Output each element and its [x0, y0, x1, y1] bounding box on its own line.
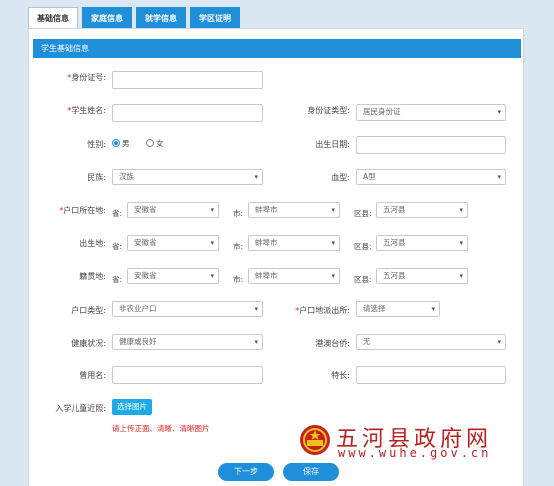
chevron-down-icon: ▾ — [331, 206, 335, 214]
native-district-select[interactable]: 五河县 ▾ — [376, 268, 468, 284]
birthplace-label: 出生地: — [79, 239, 106, 248]
id-type-select[interactable]: 居民身份证 ▾ — [356, 104, 506, 121]
birthplace-province-label: 省: — [112, 242, 123, 251]
hukou-district-label: 区县: — [354, 209, 372, 218]
photo-hint: 请上传正面、清晰、清晰图片 — [112, 424, 210, 433]
native-district-label: 区县: — [354, 275, 372, 284]
tab-school-info[interactable]: 就学信息 — [136, 7, 186, 29]
tab-bar: 基础信息 家庭信息 就学信息 学区证明 — [28, 7, 240, 29]
chevron-down-icon: ▾ — [210, 206, 214, 214]
hukou-type-select[interactable]: 非农业户口 ▾ — [112, 301, 263, 317]
gender-female-radio[interactable] — [146, 139, 154, 147]
chevron-down-icon: ▾ — [459, 239, 463, 247]
gender-label: 性别: — [87, 140, 106, 149]
id-number-input[interactable] — [112, 71, 263, 89]
choose-image-button[interactable]: 选择图片 — [112, 399, 152, 415]
birthplace-city-select[interactable]: 蚌埠市 ▾ — [248, 235, 340, 251]
panel-title: 学生基础信息 — [33, 39, 521, 58]
next-button[interactable]: 下一步 — [218, 463, 274, 481]
save-button[interactable]: 保存 — [283, 463, 339, 481]
former-name-input[interactable] — [112, 366, 263, 384]
birth-date-label: 出生日期: — [315, 140, 350, 149]
chevron-down-icon: ▾ — [459, 272, 463, 280]
tab-family-info[interactable]: 家庭信息 — [82, 7, 132, 29]
chevron-down-icon: ▾ — [254, 173, 258, 181]
chevron-down-icon: ▾ — [497, 173, 501, 181]
hukou-type-label: 户口类型: — [71, 306, 106, 315]
hukou-province-select[interactable]: 安徽省 ▾ — [127, 202, 219, 218]
watermark-url: www.wuhe.gov.cn — [338, 446, 492, 460]
chevron-down-icon: ▾ — [254, 338, 258, 346]
overseas-label: 港澳台侨: — [315, 339, 350, 348]
specialty-label: 特长: — [331, 371, 350, 380]
gender-male-label: 男 — [122, 139, 130, 148]
ethnicity-select[interactable]: 汉族 ▾ — [112, 169, 263, 185]
specialty-input[interactable] — [356, 366, 506, 384]
chevron-down-icon: ▾ — [210, 239, 214, 247]
gender-male-radio[interactable] — [112, 139, 120, 147]
hukou-city-select[interactable]: 蚌埠市 ▾ — [248, 202, 340, 218]
tab-district-proof[interactable]: 学区证明 — [190, 7, 240, 29]
blood-type-select[interactable]: A型 ▾ — [356, 169, 506, 185]
tab-basic-info[interactable]: 基础信息 — [28, 7, 78, 29]
former-name-label: 曾用名: — [79, 371, 106, 380]
police-station-select[interactable]: 请选择 ▾ — [356, 301, 440, 317]
student-name-label: *学生姓名: — [67, 106, 106, 115]
native-city-select[interactable]: 蚌埠市 ▾ — [248, 268, 340, 284]
blood-type-label: 血型: — [331, 173, 350, 182]
chevron-down-icon: ▾ — [210, 272, 214, 280]
native-province-select[interactable]: 安徽省 ▾ — [127, 268, 219, 284]
student-name-input[interactable] — [112, 104, 263, 122]
hukou-district-select[interactable]: 五河县 ▾ — [376, 202, 468, 218]
national-emblem-icon — [300, 425, 330, 455]
birthplace-district-label: 区县: — [354, 242, 372, 251]
form-panel: 学生基础信息 — [28, 28, 524, 486]
hukou-location-label: *户口所在地: — [59, 206, 106, 215]
health-select[interactable]: 健康或良好 ▾ — [112, 334, 263, 350]
native-province-label: 省: — [112, 275, 123, 284]
birthplace-city-label: 市: — [233, 242, 244, 251]
native-city-label: 市: — [233, 275, 244, 284]
id-number-label: *身份证号: — [67, 73, 106, 82]
gender-female-label: 女 — [156, 139, 164, 148]
birthplace-province-select[interactable]: 安徽省 ▾ — [127, 235, 219, 251]
photo-label: 入学儿童近照: — [55, 404, 106, 413]
id-type-label: 身份证类型: — [307, 106, 350, 115]
native-place-label: 籍贯地: — [79, 272, 106, 281]
chevron-down-icon: ▾ — [331, 272, 335, 280]
overseas-select[interactable]: 无 ▾ — [356, 334, 506, 350]
chevron-down-icon: ▾ — [459, 206, 463, 214]
chevron-down-icon: ▾ — [431, 305, 435, 313]
ethnicity-label: 民族: — [87, 173, 106, 182]
chevron-down-icon: ▾ — [254, 305, 258, 313]
chevron-down-icon: ▾ — [331, 239, 335, 247]
birthplace-district-select[interactable]: 五河县 ▾ — [376, 235, 468, 251]
chevron-down-icon: ▾ — [497, 338, 501, 346]
birth-date-input[interactable] — [356, 136, 506, 154]
watermark: 五河县政府网 www.wuhe.gov.cn — [298, 421, 508, 461]
chevron-down-icon: ▾ — [497, 108, 501, 116]
police-station-label: *户口地派出所: — [295, 306, 350, 315]
hukou-city-label: 市: — [233, 209, 244, 218]
health-label: 健康状况: — [71, 339, 106, 348]
hukou-province-label: 省: — [112, 209, 123, 218]
